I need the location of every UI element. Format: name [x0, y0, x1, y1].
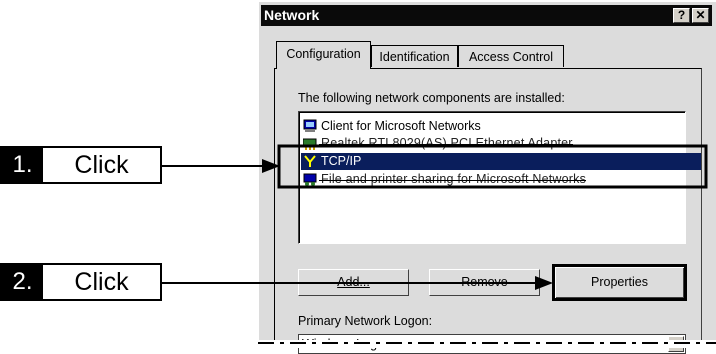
list-item-tcpip[interactable]: TCP/IP [301, 153, 701, 170]
add-button[interactable]: Add... [298, 269, 409, 296]
network-client-icon [303, 119, 317, 133]
network-adapter-icon [302, 136, 317, 150]
close-button[interactable]: ✕ [692, 8, 709, 23]
dialog-title: Network [264, 7, 320, 23]
cropped-edge [258, 340, 716, 348]
primary-logon-label: Primary Network Logon: [298, 314, 433, 328]
help-button[interactable]: ? [673, 8, 690, 23]
protocol-icon [303, 154, 317, 168]
tab-configuration-label: Configuration [286, 47, 361, 61]
text-artifact-line [319, 144, 573, 145]
tab-identification[interactable]: Identification [371, 45, 458, 67]
list-item-file-sharing[interactable]: File and printer sharing for Microsoft N… [301, 171, 587, 188]
step-number: 2. [2, 265, 43, 299]
properties-button[interactable]: Properties [553, 265, 686, 300]
callout-step-1: 1. Click [0, 146, 162, 184]
list-item-label: TCP/IP [321, 154, 362, 168]
tab-configuration[interactable]: Configuration [276, 41, 371, 68]
list-item-label: File and printer sharing for Microsoft N… [321, 172, 587, 186]
file-sharing-service-icon [303, 172, 317, 186]
list-item-label: Realtek RTL8029(AS) PCI Ethernet Adapter [321, 136, 573, 150]
tab-access-control[interactable]: Access Control [458, 45, 564, 67]
step-instruction: Click [74, 151, 129, 179]
callout-step-2: 2. Click [0, 263, 162, 301]
list-item-label: Client for Microsoft Networks [321, 119, 481, 133]
step-number: 1. [2, 148, 43, 182]
tab-access-control-label: Access Control [468, 50, 554, 64]
title-bar: Network ? ✕ [261, 5, 712, 26]
text-artifact-line [319, 180, 587, 181]
tab-identification-label: Identification [379, 50, 450, 64]
remove-button[interactable]: Remove [429, 269, 540, 296]
components-list[interactable]: Client for Microsoft Networks Realtek RT… [298, 111, 701, 244]
step-instruction: Click [74, 268, 129, 296]
list-item-adapter[interactable]: Realtek RTL8029(AS) PCI Ethernet Adapter [301, 135, 573, 152]
components-label: The following network components are ins… [298, 91, 565, 105]
list-item-client[interactable]: Client for Microsoft Networks [301, 118, 481, 135]
